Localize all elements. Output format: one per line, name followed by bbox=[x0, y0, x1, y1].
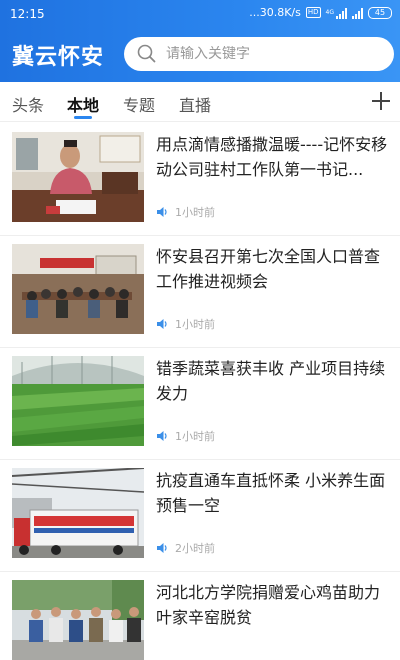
battery-level: 45 bbox=[374, 7, 386, 17]
news-time: 1小时前 bbox=[175, 430, 215, 443]
news-title: 用点滴情感播撒温暖----记怀安移动公司驻村工作队第一书记... bbox=[156, 135, 388, 179]
network-type: 4G bbox=[325, 8, 334, 16]
network-speed: ...30.8K/s bbox=[249, 6, 301, 19]
news-title: 怀安县召开第七次全国人口普查工作推进视频会 bbox=[156, 247, 381, 291]
news-item[interactable]: 怀安县召开第七次全国人口普查工作推进视频会 1小时前 bbox=[0, 236, 400, 348]
tab-local[interactable]: 本地 bbox=[67, 92, 99, 116]
category-tabs: 头条 本地 专题 直播 bbox=[0, 82, 400, 122]
tab-topics[interactable]: 专题 bbox=[123, 92, 155, 116]
speaker-icon[interactable] bbox=[156, 430, 169, 442]
speaker-icon[interactable] bbox=[156, 206, 169, 218]
app-header: 12:15 ...30.8K/s HD 4G 45 冀云怀安 bbox=[0, 0, 400, 82]
news-meta: 1小时前 bbox=[156, 316, 215, 332]
status-indicators: ...30.8K/s HD 4G 45 bbox=[249, 6, 392, 19]
news-item[interactable]: 抗疫直通车直抵怀柔 小米养生面预售一空 2小时前 bbox=[0, 460, 400, 572]
status-bar: 12:15 ...30.8K/s HD 4G 45 bbox=[0, 0, 400, 28]
search-icon bbox=[137, 44, 156, 63]
speaker-icon[interactable] bbox=[156, 318, 169, 330]
status-time: 12:15 bbox=[10, 7, 45, 21]
news-title: 河北北方学院捐赠爱心鸡苗助力叶家辛窑脱贫 bbox=[156, 583, 381, 627]
search-box[interactable] bbox=[124, 37, 394, 71]
tab-live[interactable]: 直播 bbox=[179, 92, 211, 116]
battery-icon: 45 bbox=[368, 6, 392, 19]
news-thumbnail bbox=[12, 468, 144, 558]
news-time: 2小时前 bbox=[175, 542, 215, 555]
news-time: 1小时前 bbox=[175, 206, 215, 219]
add-icon[interactable] bbox=[370, 90, 392, 112]
news-thumbnail bbox=[12, 244, 144, 334]
active-tab-indicator bbox=[74, 116, 92, 119]
signal-icon bbox=[336, 7, 347, 19]
news-meta: 2小时前 bbox=[156, 540, 215, 556]
search-input[interactable] bbox=[166, 46, 366, 62]
hd-badge: HD bbox=[305, 7, 321, 18]
news-thumbnail bbox=[12, 356, 144, 446]
news-item[interactable]: 用点滴情感播撒温暖----记怀安移动公司驻村工作队第一书记... 1小时前 bbox=[0, 124, 400, 236]
app-title: 冀云怀安 bbox=[12, 45, 105, 70]
news-thumbnail bbox=[12, 132, 144, 222]
news-time: 1小时前 bbox=[175, 318, 215, 331]
news-thumbnail bbox=[12, 580, 144, 660]
speaker-icon[interactable] bbox=[156, 542, 169, 554]
tab-headlines[interactable]: 头条 bbox=[12, 92, 44, 116]
news-item[interactable]: 错季蔬菜喜获丰收 产业项目持续发力 1小时前 bbox=[0, 348, 400, 460]
news-meta: 1小时前 bbox=[156, 204, 215, 220]
news-meta: 1小时前 bbox=[156, 428, 215, 444]
news-title: 抗疫直通车直抵怀柔 小米养生面预售一空 bbox=[156, 471, 386, 515]
news-item[interactable]: 河北北方学院捐赠爱心鸡苗助力叶家辛窑脱贫 bbox=[0, 572, 400, 660]
network-type-label: 4G bbox=[325, 8, 334, 16]
news-title: 错季蔬菜喜获丰收 产业项目持续发力 bbox=[156, 359, 386, 403]
signal-icon-2 bbox=[352, 7, 363, 19]
